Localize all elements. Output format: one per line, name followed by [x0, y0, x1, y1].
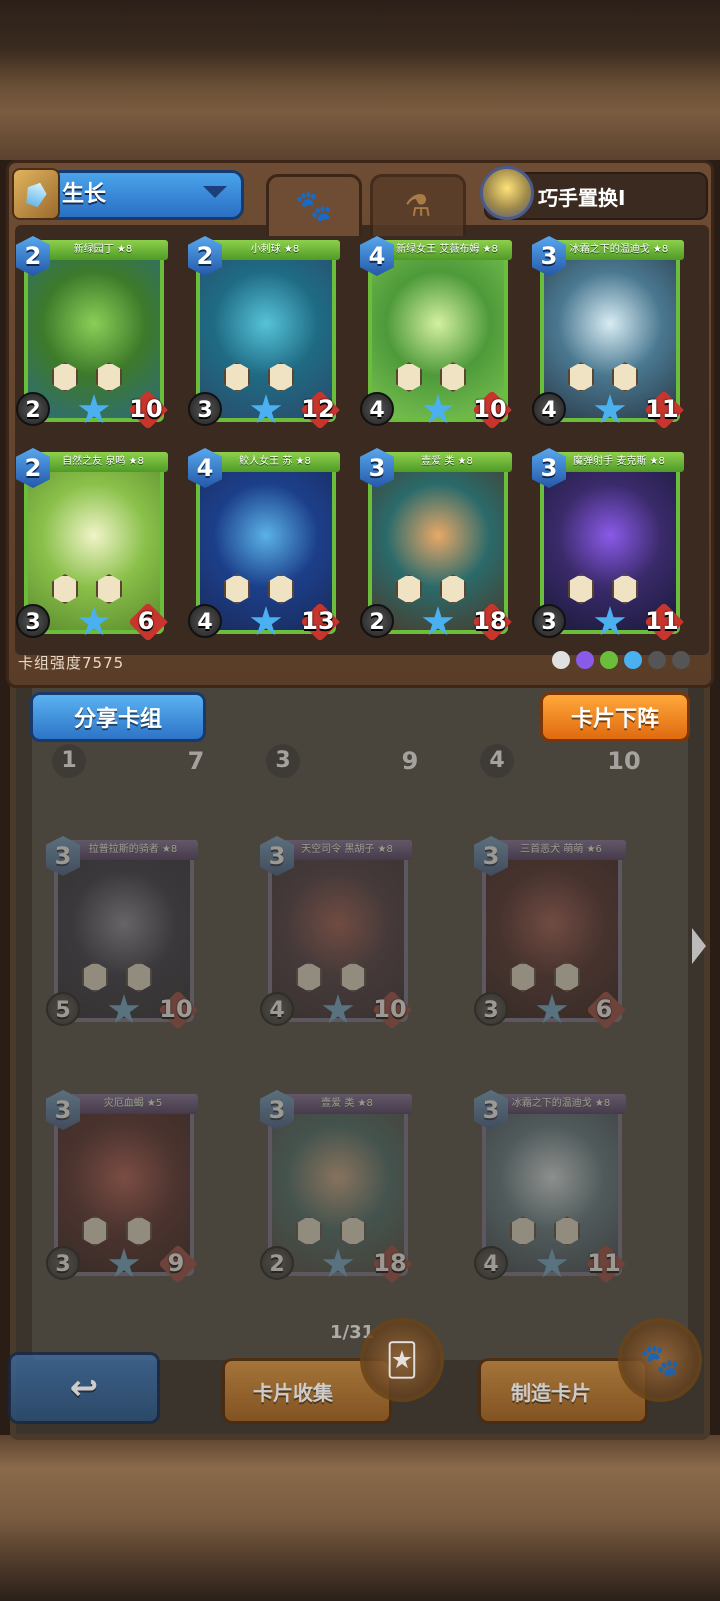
card-attack: 3	[16, 604, 50, 638]
card-attack: 3	[46, 1246, 80, 1280]
card-attack: 4	[260, 992, 294, 1026]
card[interactable]: 壹爱 类 ★8 3 2 18	[260, 1090, 412, 1284]
next-page-arrow-icon[interactable]	[692, 928, 706, 964]
element-filter-icon[interactable]	[624, 651, 642, 669]
card-health: 6	[137, 607, 155, 635]
card-attack: 2	[360, 604, 394, 638]
element-filter-icon[interactable]	[552, 651, 570, 669]
card-health: 18	[473, 607, 507, 635]
card-attack: 3	[188, 392, 222, 426]
card-health: 9	[401, 747, 419, 775]
card-attack: 4	[474, 1246, 508, 1280]
card-health: 10	[607, 747, 641, 775]
card[interactable]: 新绿女王 艾薇布姆 ★8 4 4 10	[360, 236, 512, 430]
card-attack: 4	[188, 604, 222, 638]
card-attack: 4	[360, 392, 394, 426]
card-health: 9	[167, 1249, 185, 1277]
card-health: 11	[645, 607, 679, 635]
card-name: 冰霜之下的温迪戈 ★8	[554, 240, 684, 260]
card-health: 7	[187, 747, 205, 775]
card-health: 10	[129, 395, 163, 423]
card-name: 自然之友 泉鸣 ★8	[38, 452, 168, 472]
element-filter-icon[interactable]	[576, 651, 594, 669]
card-name: 壹爱 类 ★8	[382, 452, 512, 472]
card-attack: 2	[16, 392, 50, 426]
card-attack: 3	[532, 604, 566, 638]
card[interactable]: 小刺球 ★8 2 3 12	[188, 236, 340, 430]
card-name: 小刺球 ★8	[210, 240, 340, 260]
card-health: 10	[159, 995, 193, 1023]
craft-card-icon[interactable]: 🐾	[618, 1318, 702, 1402]
element-filter-icon[interactable]	[648, 651, 666, 669]
card[interactable]: 灾厄血蝎 ★5 3 3 9	[46, 1090, 198, 1284]
card-name: 魔弹射手 麦克斯 ★8	[554, 452, 684, 472]
skill-avatar[interactable]	[480, 166, 534, 220]
card-name: 鲛人女王 苏 ★8	[210, 452, 340, 472]
bottom-wood-frame	[0, 1435, 720, 1601]
skill-name: 巧手置换I	[538, 186, 626, 210]
element-filters	[552, 651, 690, 669]
card-health: 12	[301, 395, 335, 423]
card-name: 新绿园丁 ★8	[38, 240, 168, 260]
card-name: 壹爱 类 ★8	[282, 1094, 412, 1114]
deck-strength: 卡组强度7575	[18, 654, 125, 672]
chevron-down-icon[interactable]	[203, 186, 227, 198]
card-attack: 1	[52, 744, 86, 778]
card-name: 天空司令 黑胡子 ★8	[282, 840, 412, 860]
card[interactable]: 鲛人女王 苏 ★8 4 4 13	[188, 448, 340, 642]
card-name: 三首恶犬 萌萌 ★6	[496, 840, 626, 860]
tab-potion-icon[interactable]: ⚗	[370, 174, 466, 236]
card[interactable]: 壹爱 类 ★8 3 2 18	[360, 448, 512, 642]
card-name: 拉普拉斯的骑者 ★8	[68, 840, 198, 860]
card-health: 13	[301, 607, 335, 635]
back-button[interactable]: ↩	[8, 1352, 160, 1424]
card[interactable]: 拉普拉斯的骑者 ★8 3 5 10	[46, 836, 198, 1030]
card-name: 冰霜之下的温迪戈 ★8	[496, 1094, 626, 1114]
card[interactable]: 三首恶犬 萌萌 ★6 3 3 6	[474, 836, 626, 1030]
card-name: 新绿女王 艾薇布姆 ★8	[382, 240, 512, 260]
element-filter-icon[interactable]	[672, 651, 690, 669]
card[interactable]: 自然之友 泉鸣 ★8 2 3 6	[16, 448, 168, 642]
card-health: 10	[473, 395, 507, 423]
card[interactable]: 魔弹射手 麦克斯 ★8 3 3 11	[532, 448, 684, 642]
card-attack: 3	[266, 744, 300, 778]
top-wood-frame	[0, 0, 720, 160]
deck-name: 生长	[62, 182, 107, 207]
tab-paw-icon[interactable]: 🐾	[266, 174, 362, 236]
element-filter-icon[interactable]	[600, 651, 618, 669]
card-attack: 4	[480, 744, 514, 778]
card-collection-icon[interactable]: 🃏	[360, 1318, 444, 1402]
card-health: 6	[595, 995, 613, 1023]
card[interactable]: 冰霜之下的温迪戈 ★8 3 4 11	[474, 1090, 626, 1284]
card-attack: 3	[474, 992, 508, 1026]
share-deck-button[interactable]: 分享卡组	[30, 692, 206, 742]
card-attack: 4	[532, 392, 566, 426]
deck-book-icon	[12, 168, 60, 220]
card-health: 18	[373, 1249, 407, 1277]
card-attack: 2	[260, 1246, 294, 1280]
card-attack: 5	[46, 992, 80, 1026]
card-name: 灾厄血蝎 ★5	[68, 1094, 198, 1114]
card[interactable]: 天空司令 黑胡子 ★8 3 4 10	[260, 836, 412, 1030]
card[interactable]: 冰霜之下的温迪戈 ★8 3 4 11	[532, 236, 684, 430]
card-health: 10	[373, 995, 407, 1023]
card[interactable]: 新绿园丁 ★8 2 2 10	[16, 236, 168, 430]
remove-card-button[interactable]: 卡片下阵	[540, 692, 690, 742]
card-health: 11	[587, 1249, 621, 1277]
card-health: 11	[645, 395, 679, 423]
